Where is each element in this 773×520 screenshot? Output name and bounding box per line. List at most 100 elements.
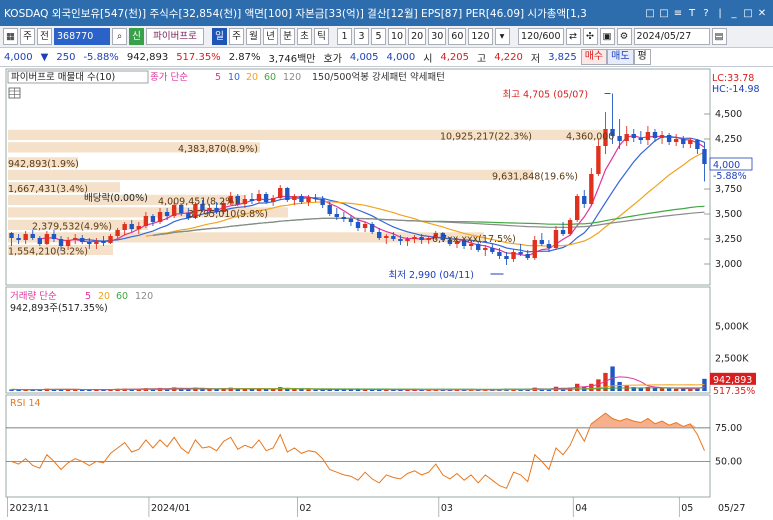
volume-profile-label: 2,379,532(4.9%) [32,222,112,233]
ma10-legend: 10 [228,72,240,83]
candle-body [355,222,361,228]
dropdown-icon[interactable]: ▾ [494,28,510,45]
candle-body [16,238,21,240]
candle-body [511,252,516,259]
minute-option[interactable]: 30 [428,28,447,45]
candle-body [666,135,672,142]
interval-week[interactable]: 주 [229,28,244,45]
current-price: 4,000 [4,51,33,63]
title-bar: KOSDAQ 외국인보유[547(천)] 주식수[32,854(천)] 액면[1… [0,0,773,26]
rsi-axis-label: 50.00 [715,456,742,467]
minute-option[interactable]: 120 [468,28,493,45]
low-label: 저 [530,53,541,65]
menu-icon[interactable]: ≡ [671,8,685,19]
minute-option[interactable]: 10 [388,28,407,45]
stock-name-field[interactable]: 파이버프로 [146,28,204,45]
dividend-label: 배당락(0.00%) [84,192,148,204]
volume-profile-label: 6,7xx,xxx(17.5%) [432,234,516,245]
search-icon[interactable]: ⌕ [112,28,127,45]
minimize-icon[interactable]: _ [727,8,741,19]
minimize-pane-icon[interactable]: □ [643,8,657,19]
window-buttons: □ □ ≡ T? | _ □ ✕ [643,8,773,19]
volume-bar [292,389,297,391]
maximize-icon[interactable]: □ [741,8,755,19]
candle-body [688,140,693,144]
volume-current-label: 942,893 [713,375,752,386]
candle-body [391,236,396,239]
interval-month[interactable]: 월 [246,28,261,45]
price-axis-label: 3,000 [715,259,742,270]
candle-body [108,236,113,243]
help-icon[interactable]: ? [699,8,713,19]
turnover-rate: 2.87% [228,51,261,63]
candle-body [377,232,382,238]
price-change-pct: -5.88% [83,51,119,63]
volume-profile-label: 4,383,870(8.9%) [178,144,258,155]
eval-button[interactable]: 평 [633,49,651,65]
volume-profile-label: 4,360,000 [566,132,614,143]
candle-body [51,234,57,239]
candle-body [94,241,99,244]
minute-option[interactable]: 3 [354,28,369,45]
volume-value: 942,893주(517.35%) [10,303,108,314]
price-axis-label: 3,500 [715,209,742,220]
interval-day[interactable]: 일 [212,28,227,45]
stock-code-input[interactable]: 368770 [54,28,110,45]
period-select[interactable]: 전 [37,28,52,45]
candle-body [87,242,92,244]
candle-body [398,239,403,241]
open-label: 시 [423,53,433,65]
ma20-legend: 20 [246,72,258,83]
interval-minute[interactable]: 분 [280,28,295,45]
ma60-legend: 60 [264,72,276,83]
candle-body [504,256,509,259]
candle-body [384,236,389,238]
candle-body [320,199,325,205]
volume-profile-label: 1,667,431(3.4%) [8,184,88,195]
stock-info-title: KOSDAQ 외국인보유[547(천)] 주식수[32,854(천)] 액면[1… [4,7,587,20]
calendar-icon[interactable]: ▤ [711,28,727,45]
stock-chart-svg[interactable]: 4,500 4,250 3,750 3,500 3,250 3,000 5,000K 2,50… [0,67,773,517]
minute-option[interactable]: 5 [371,28,386,45]
candle-body [292,196,297,200]
mode-select[interactable]: 주 [20,28,35,45]
date-input[interactable]: 2024/05/27 [633,28,710,45]
scroll-icon[interactable]: ⇄ [565,28,581,45]
settings-icon[interactable]: ⚙ [616,28,632,45]
grid-icon[interactable]: ▦ [3,28,18,45]
font-icon[interactable]: T [685,8,699,19]
price-axis-label: 3,250 [715,234,742,245]
minute-option[interactable]: 60 [448,28,467,45]
crosshair-icon[interactable]: ✣ [582,28,598,45]
candle-body [631,134,636,138]
date-axis-label: 05/27 [718,503,745,514]
current-price-label: 4,000 [713,160,740,171]
candle-body [525,254,530,258]
candle-body [369,224,375,232]
interval-year[interactable]: 년 [263,28,278,45]
candle-body [673,139,679,142]
candle-body [270,198,276,202]
interval-second[interactable]: 초 [297,28,312,45]
candle-body [702,149,707,164]
minute-option[interactable]: 20 [408,28,427,45]
close-icon[interactable]: ✕ [755,8,769,19]
candle-body [256,194,262,201]
candle-body [596,146,601,174]
trading-amount: 3,746백만 [268,53,316,65]
quote-bar: 4,000 ▼ 250 -5.88% 942,893 517.35% 2.87%… [0,48,773,67]
minute-option[interactable]: 1 [337,28,352,45]
bar-count-input[interactable]: 120/600 [517,28,564,45]
volume-bar [617,381,622,391]
candle-body [157,212,163,222]
sell-button[interactable]: 매도 [607,49,634,65]
trading-volume: 942,893 [126,51,169,63]
buy-button[interactable]: 매수 [580,49,608,65]
candle-body [419,237,424,240]
chart-area[interactable]: 4,500 4,250 3,750 3,500 3,250 3,000 5,000K 2,50… [0,67,773,517]
lc-label: LC:33.78 [712,73,754,84]
candle-body [306,198,311,202]
interval-tick[interactable]: 틱 [314,28,329,45]
restore-pane-icon[interactable]: □ [657,8,671,19]
image-icon[interactable]: ▣ [599,28,615,45]
